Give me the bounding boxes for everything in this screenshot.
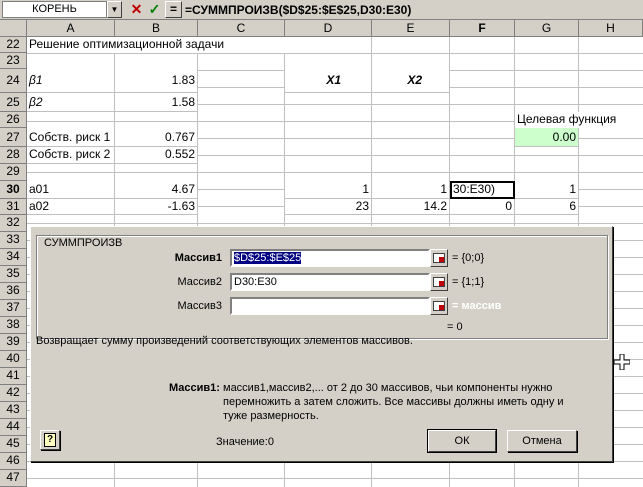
- cell-d24[interactable]: X1: [285, 69, 372, 93]
- cell-g27[interactable]: 0.00: [515, 128, 579, 147]
- select-all-corner[interactable]: [0, 20, 27, 37]
- arg3-input[interactable]: [230, 297, 430, 315]
- row-header[interactable]: 25: [0, 93, 27, 112]
- row-header[interactable]: 26: [0, 112, 27, 128]
- ok-button[interactable]: ОК: [427, 429, 497, 453]
- cell-b30[interactable]: 4.67: [115, 181, 198, 199]
- function-arguments-dialog: СУММПРОИЗВ Массив1 $D$25:$E$25 = {0;0} М…: [30, 226, 613, 462]
- arg3-result: = массив: [452, 300, 502, 312]
- col-header-c[interactable]: C: [198, 20, 285, 37]
- row-header[interactable]: 27: [0, 128, 27, 147]
- row-header[interactable]: 38: [0, 317, 27, 334]
- cancel-button[interactable]: Отмена: [507, 430, 577, 452]
- row-header[interactable]: 47: [0, 470, 27, 487]
- arg-help-text: массив1,массив2,... от 2 до 30 массивов,…: [223, 382, 564, 422]
- help-button[interactable]: ?: [40, 430, 60, 450]
- row-header[interactable]: 23: [0, 53, 27, 69]
- row-header[interactable]: 29: [0, 164, 27, 181]
- row-header[interactable]: 31: [0, 199, 27, 215]
- cell-g26[interactable]: Целевая функция: [515, 112, 643, 128]
- function-description: Возвращает сумму произведений соответств…: [36, 335, 413, 347]
- collapse-dialog-icon: [433, 277, 445, 287]
- cell-f31[interactable]: 0: [450, 199, 515, 215]
- col-header-b[interactable]: B: [115, 20, 198, 37]
- arg1-result: = {0;0}: [452, 252, 485, 264]
- arg2-input[interactable]: D30:E30: [230, 273, 430, 291]
- row-header[interactable]: 22: [0, 37, 27, 53]
- collapse-dialog-icon: [433, 253, 445, 263]
- cell-a28[interactable]: Собств. риск 2: [27, 147, 115, 164]
- enter-formula-icon[interactable]: ✓: [146, 1, 163, 18]
- cell-a30[interactable]: a01: [27, 181, 115, 199]
- chevron-down-icon: ▼: [110, 5, 119, 14]
- col-header-e[interactable]: E: [372, 20, 450, 37]
- row-header[interactable]: 45: [0, 436, 27, 453]
- cell-a25[interactable]: β2: [27, 93, 115, 112]
- row-header[interactable]: 30: [0, 181, 27, 199]
- arg3-collapse-button[interactable]: [430, 297, 448, 315]
- cell-b24[interactable]: 1.83: [115, 69, 198, 93]
- cell-g30[interactable]: 1: [515, 181, 579, 199]
- row-header[interactable]: 32: [0, 215, 27, 232]
- help-icon: ?: [44, 433, 56, 447]
- cell-a24[interactable]: β1: [27, 69, 115, 93]
- formula-input[interactable]: =СУММПРОИЗВ($D$25:$E$25,D30:E30): [185, 2, 411, 18]
- col-header-g[interactable]: G: [515, 20, 579, 37]
- arg2-collapse-button[interactable]: [430, 273, 448, 291]
- cell-a22[interactable]: Решение оптимизационной задачи: [27, 37, 285, 53]
- row-header[interactable]: 24: [0, 69, 27, 93]
- collapse-dialog-icon: [433, 301, 445, 311]
- cell-e30[interactable]: 1: [372, 181, 450, 199]
- result-value: Значение:0: [216, 436, 274, 448]
- cell-b31[interactable]: -1.63: [115, 199, 198, 215]
- cell-e24[interactable]: X2: [372, 69, 450, 93]
- name-box-dropdown[interactable]: ▼: [107, 1, 122, 18]
- cell-d30[interactable]: 1: [285, 181, 372, 199]
- col-header-d[interactable]: D: [285, 20, 372, 37]
- row-header[interactable]: 41: [0, 368, 27, 385]
- cell-b28[interactable]: 0.552: [115, 147, 198, 164]
- col-header-f[interactable]: F: [450, 20, 515, 37]
- row-header[interactable]: 37: [0, 300, 27, 317]
- cell-a27[interactable]: Собств. риск 1: [27, 128, 115, 147]
- arg-help-label: Массив1:: [169, 382, 220, 394]
- name-box[interactable]: КОРЕНЬ: [2, 1, 107, 18]
- arg1-value: $D$25:$E$25: [234, 252, 302, 264]
- col-header-a[interactable]: A: [27, 20, 115, 37]
- crosshair-cursor-icon: [614, 354, 630, 370]
- row-header[interactable]: 34: [0, 249, 27, 266]
- row-header[interactable]: 43: [0, 402, 27, 419]
- dialog-title: СУММПРОИЗВ: [42, 237, 125, 249]
- formula-bar: КОРЕНЬ ▼ ✕ ✓ = =СУММПРОИЗВ($D$25:$E$25,D…: [0, 0, 643, 20]
- cell-f30-active[interactable]: 30:E30): [450, 181, 515, 199]
- row-header[interactable]: 33: [0, 232, 27, 249]
- cell-b25[interactable]: 1.58: [115, 93, 198, 112]
- arg1-collapse-button[interactable]: [430, 249, 448, 267]
- row-header[interactable]: 44: [0, 419, 27, 436]
- row-header[interactable]: 35: [0, 266, 27, 283]
- row-header[interactable]: 39: [0, 334, 27, 351]
- row-header[interactable]: 28: [0, 147, 27, 164]
- row-header[interactable]: 42: [0, 385, 27, 402]
- cell-b27[interactable]: 0.767: [115, 128, 198, 147]
- formula-total: = 0: [447, 321, 463, 333]
- arg1-input[interactable]: $D$25:$E$25: [230, 249, 430, 267]
- cell-a31[interactable]: a02: [27, 199, 115, 215]
- arguments-group: СУММПРОИЗВ Массив1 $D$25:$E$25 = {0;0} М…: [36, 235, 608, 339]
- arg2-result: = {1;1}: [452, 276, 485, 288]
- cell-g31[interactable]: 6: [515, 199, 579, 215]
- row-header[interactable]: 46: [0, 453, 27, 470]
- row-header[interactable]: 40: [0, 351, 27, 368]
- col-header-h[interactable]: H: [579, 20, 643, 37]
- cell-e31[interactable]: 14.2: [372, 199, 450, 215]
- arg2-label: Массив2: [177, 276, 222, 288]
- arg3-label: Массив3: [177, 300, 222, 312]
- arg1-label: Массив1: [174, 252, 222, 264]
- row-header[interactable]: 36: [0, 283, 27, 300]
- cell-d31[interactable]: 23: [285, 199, 372, 215]
- edit-formula-button[interactable]: =: [165, 1, 182, 18]
- cancel-formula-icon[interactable]: ✕: [128, 1, 145, 18]
